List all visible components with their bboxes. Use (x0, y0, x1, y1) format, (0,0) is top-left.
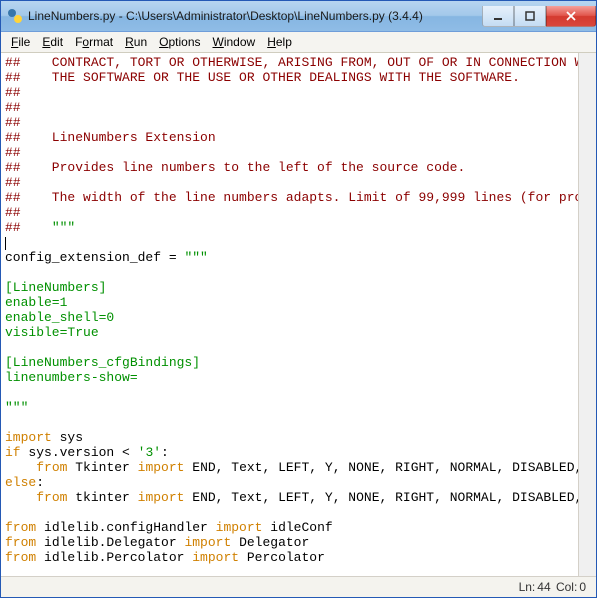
code-token: Tkinter (67, 460, 137, 475)
code-token: import (216, 520, 263, 535)
status-col-value: 0 (579, 580, 586, 594)
code-token: import (138, 490, 185, 505)
code-token: END, Text, LEFT, Y, NONE, RIGHT, NORMAL,… (184, 490, 578, 505)
code-token: Delegator (231, 535, 309, 550)
code-token (5, 490, 36, 505)
code-line: visible=True (5, 325, 99, 340)
code-line: ## Provides line numbers to the left of … (5, 160, 465, 175)
code-token: END, Text, LEFT, Y, NONE, RIGHT, NORMAL,… (184, 460, 578, 475)
code-token: """ (5, 400, 28, 415)
vertical-scrollbar[interactable] (578, 53, 596, 576)
code-token: idleConf (262, 520, 332, 535)
editor-area: ## CONTRACT, TORT OR OTHERWISE, ARISING … (1, 53, 596, 576)
code-token: idlelib.configHandler (36, 520, 215, 535)
code-line: ## THE SOFTWARE OR THE USE OR OTHER DEAL… (5, 70, 520, 85)
code-line: ## (5, 175, 21, 190)
code-line: ## (5, 220, 52, 235)
window-title: LineNumbers.py - C:\Users\Administrator\… (28, 9, 482, 23)
code-token: import (138, 460, 185, 475)
code-token: Percolator (239, 550, 325, 565)
code-token: '3' (138, 445, 161, 460)
menu-options[interactable]: Options (153, 33, 206, 51)
code-token: : (36, 475, 44, 490)
code-token: idlelib.Delegator (36, 535, 184, 550)
code-token: sys (52, 430, 83, 445)
code-token: import (184, 535, 231, 550)
code-line: enable_shell=0 (5, 310, 114, 325)
code-editor[interactable]: ## CONTRACT, TORT OR OTHERWISE, ARISING … (1, 53, 578, 576)
code-token: """ (52, 220, 75, 235)
code-token (5, 460, 36, 475)
code-token: idlelib.Percolator (36, 550, 192, 565)
code-line: enable=1 (5, 295, 67, 310)
code-token: config_extension_def = (5, 250, 184, 265)
code-line: ## (5, 85, 21, 100)
code-line: ## (5, 115, 21, 130)
menu-format[interactable]: Format (69, 33, 119, 51)
window-controls (482, 6, 596, 27)
code-line: ## (5, 145, 21, 160)
code-token: from (5, 550, 36, 565)
close-button[interactable] (546, 6, 596, 27)
code-token: from (36, 460, 67, 475)
code-token: tkinter (67, 490, 137, 505)
code-line: ## CONTRACT, TORT OR OTHERWISE, ARISING … (5, 55, 578, 70)
title-bar[interactable]: LineNumbers.py - C:\Users\Administrator\… (1, 1, 596, 32)
code-line: [LineNumbers] (5, 280, 106, 295)
menu-file[interactable]: File (5, 33, 36, 51)
code-token: from (5, 520, 36, 535)
code-line: ## (5, 100, 21, 115)
status-bar: Ln: 44 Col: 0 (1, 576, 596, 597)
code-token: from (36, 490, 67, 505)
code-line: linenumbers-show= (5, 370, 138, 385)
menu-help[interactable]: Help (261, 33, 298, 51)
code-token: if (5, 445, 21, 460)
status-col-label: Col: (556, 580, 577, 594)
menu-edit[interactable]: Edit (36, 33, 69, 51)
code-line: ## LineNumbers Extension (5, 130, 216, 145)
code-token: sys.version < (21, 445, 138, 460)
code-token: : (161, 445, 169, 460)
minimize-button[interactable] (482, 6, 514, 27)
maximize-button[interactable] (514, 6, 546, 27)
code-line: [LineNumbers_cfgBindings] (5, 355, 200, 370)
menu-window[interactable]: Window (207, 33, 262, 51)
code-token: else (5, 475, 36, 490)
code-token: """ (184, 250, 207, 265)
code-token: from (5, 535, 36, 550)
status-line-value: 44 (537, 580, 550, 594)
code-line: ## The width of the line numbers adapts.… (5, 190, 578, 205)
code-token: import (5, 430, 52, 445)
app-window: LineNumbers.py - C:\Users\Administrator\… (0, 0, 597, 598)
menu-run[interactable]: Run (119, 33, 153, 51)
python-idle-icon (7, 8, 23, 24)
code-token: import (192, 550, 239, 565)
text-cursor (5, 237, 6, 250)
code-line: ## (5, 205, 21, 220)
menu-bar: File Edit Format Run Options Window Help (1, 32, 596, 53)
status-line-label: Ln: (519, 580, 536, 594)
